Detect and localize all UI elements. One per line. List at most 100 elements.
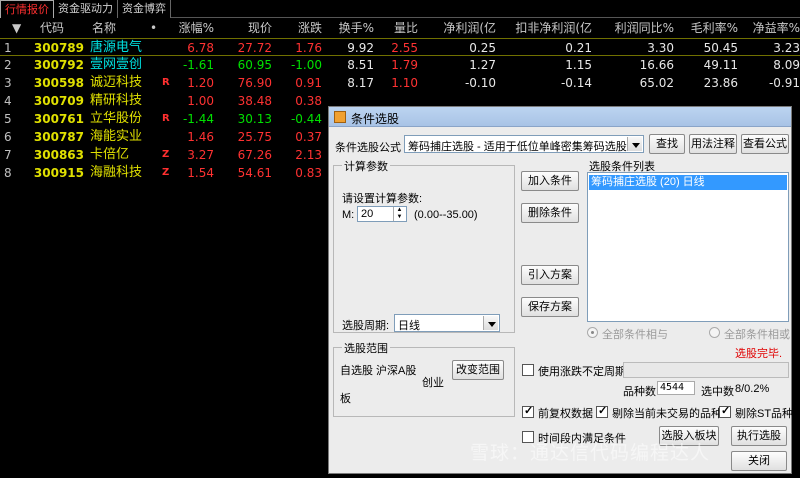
exclude-st-checkbox[interactable]	[719, 404, 731, 418]
condition-list-item[interactable]: 筹码捕庄选股 (20) 日线	[589, 175, 787, 190]
period-dropdown[interactable]: 日线	[394, 314, 500, 332]
add-condition-button[interactable]: 加入条件	[521, 171, 579, 191]
param-m-stepper[interactable]: 20 ▲ ▼	[357, 206, 407, 222]
header-profit-yoy[interactable]: 利润同比%	[604, 19, 674, 38]
cell-idx: 1	[4, 41, 12, 55]
period-value: 日线	[398, 320, 420, 332]
cell-name: 精研科技	[90, 93, 143, 108]
header-gross-margin[interactable]: 毛利率%	[684, 19, 738, 38]
tab-quote[interactable]: 行情报价	[0, 0, 54, 18]
exclude-untraded-label: 剔除当前未交易的品种	[612, 408, 722, 420]
header-change-pct[interactable]: 涨幅%	[168, 19, 214, 38]
import-scheme-button[interactable]: 引入方案	[521, 265, 579, 285]
cell-chg-pct: 3.27	[187, 148, 214, 162]
param-m-label: M:	[342, 209, 355, 221]
cell-code: 300787	[33, 130, 84, 144]
cell-chg-pct: 1.46	[187, 130, 214, 144]
cell-chg-pct: -1.61	[182, 58, 214, 72]
spin-arrows-icon[interactable]: ▲ ▼	[393, 207, 405, 221]
cell-price: 76.90	[237, 76, 272, 90]
cell-np: 0.25	[469, 41, 496, 55]
cell-price: 67.26	[237, 148, 272, 162]
param-range: (0.00--35.00)	[414, 209, 478, 221]
header-volume-ratio[interactable]: 量比	[384, 19, 418, 38]
selected-value: 8/0.2%	[735, 383, 770, 395]
header-pe[interactable]: 净益率%	[748, 19, 800, 38]
cell-name: 壹网壹创	[90, 57, 143, 72]
usage-notes-button[interactable]: 用法注释	[689, 134, 737, 154]
chevron-down-icon[interactable]	[483, 316, 498, 330]
select-range-title: 选股范围	[342, 340, 390, 356]
cell-pe: 8.09	[773, 58, 800, 72]
cell-name: 海融科技	[90, 165, 143, 180]
calc-params-title: 计算参数	[342, 158, 390, 174]
table-row[interactable]: 3 300598 诚迈科技 R 1.20 76.90 0.91 8.17 1.10 -0.10 -0…	[0, 74, 800, 92]
exclude-untraded-checkbox[interactable]	[596, 404, 608, 418]
sort-marker[interactable]: ▼	[12, 19, 21, 38]
cell-price: 27.72	[237, 41, 272, 55]
cell-dnp: -0.14	[560, 76, 592, 90]
cell-price: 30.13	[237, 112, 272, 126]
table-row[interactable]: 1 300789 唐源电气 6.78 27.72 1.76 9.92 2.55 0.25 0.21…	[0, 38, 800, 56]
cell-chg: 0.91	[295, 76, 322, 90]
tab-fund-game[interactable]: 资金博弈	[118, 0, 171, 18]
cell-code: 300761	[33, 112, 84, 126]
header-dot: •	[150, 21, 158, 35]
radio-all-or-label: 全部条件相或	[724, 329, 790, 341]
uncertain-period-checkbox[interactable]	[522, 364, 534, 376]
cell-vr: 2.55	[391, 41, 418, 55]
dialog-titlebar[interactable]: 条件选股	[329, 107, 791, 127]
radio-all-or[interactable]	[709, 327, 720, 338]
cell-chg: 1.76	[295, 41, 322, 55]
tab-fund-drive[interactable]: 资金驱动力	[54, 0, 118, 18]
cell-idx: 6	[4, 130, 12, 144]
cell-pe: -0.91	[768, 76, 800, 90]
condition-list[interactable]: 筹码捕庄选股 (20) 日线	[587, 172, 789, 322]
cell-np: -0.10	[464, 76, 496, 90]
header-change[interactable]: 涨跌	[282, 19, 322, 38]
cell-yoy: 65.02	[639, 76, 674, 90]
selected-label: 选中数	[701, 386, 734, 398]
cell-name: 立华股份	[90, 111, 143, 126]
delete-condition-button[interactable]: 删除条件	[521, 203, 579, 223]
change-range-button[interactable]: 改变范围	[452, 360, 504, 380]
top-tab-bar: 行情报价 资金驱动力 资金博弈	[0, 0, 800, 18]
condition-select-dialog: 条件选股 条件选股公式 筹码捕庄选股 - 适用于低位单峰密集筹码选股 查找 用法…	[328, 106, 793, 474]
header-name[interactable]: 名称	[92, 19, 116, 38]
header-code[interactable]: 代码	[40, 19, 64, 38]
status-text: 选股完毕.	[735, 348, 783, 360]
header-net-profit[interactable]: 净利润(亿	[428, 19, 496, 38]
header-deducted-profit[interactable]: 扣非净利润(亿	[502, 19, 592, 38]
radio-all-and[interactable]	[587, 327, 598, 338]
cell-price: 38.48	[237, 94, 272, 108]
execute-button[interactable]: 执行选股	[731, 426, 787, 446]
find-button[interactable]: 查找	[649, 134, 685, 154]
count-value: 4544	[657, 381, 695, 395]
header-price[interactable]: 现价	[230, 19, 272, 38]
cell-idx: 3	[4, 76, 12, 90]
cell-vr: 1.10	[391, 76, 418, 90]
cell-vr: 1.79	[391, 58, 418, 72]
dialog-title: 条件选股	[351, 112, 400, 126]
cell-name: 诚迈科技	[90, 75, 143, 90]
prev-adjust-checkbox[interactable]	[522, 404, 534, 418]
select-range-group: 选股范围 自选股 沪深A股 创业板 改变范围	[333, 340, 515, 417]
close-button[interactable]: 关闭	[731, 451, 787, 471]
cell-idx: 5	[4, 112, 12, 126]
save-scheme-button[interactable]: 保存方案	[521, 297, 579, 317]
table-row[interactable]: 2 300792 壹网壹创 -1.61 60.95 -1.00 8.51 1.79 1.27 1.…	[0, 56, 800, 74]
cell-chg: 0.37	[295, 130, 322, 144]
cell-price: 60.95	[237, 58, 272, 72]
formula-label: 条件选股公式	[335, 142, 401, 154]
app-icon	[334, 111, 346, 123]
cell-idx: 8	[4, 166, 12, 180]
range-item-gem: 创业板	[340, 374, 448, 406]
cell-code: 300598	[33, 76, 84, 90]
formula-dropdown[interactable]: 筹码捕庄选股 - 适用于低位单峰密集筹码选股	[404, 135, 644, 153]
cell-gm: 49.11	[703, 58, 738, 72]
view-formula-button[interactable]: 查看公式	[741, 134, 789, 154]
cell-chg-pct: 6.78	[187, 41, 214, 55]
header-turnover[interactable]: 换手%	[326, 19, 374, 38]
chevron-down-icon[interactable]	[627, 137, 642, 151]
cell-yoy: 3.30	[647, 41, 674, 55]
